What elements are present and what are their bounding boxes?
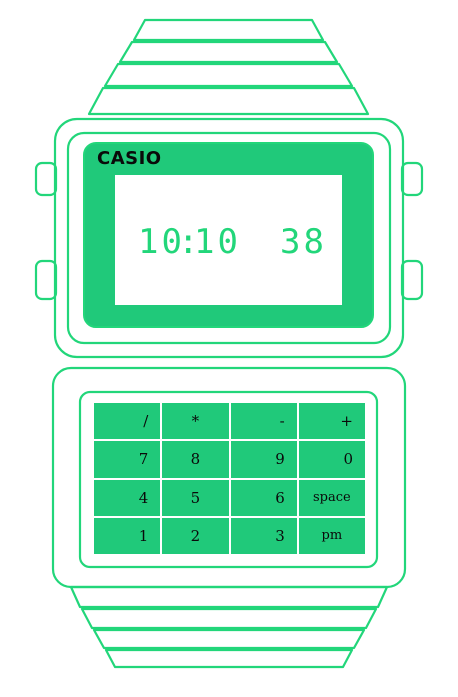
minutes-digits: 10 [194, 222, 241, 262]
time-separator: : [178, 222, 199, 262]
strap-bottom-segment [92, 628, 366, 650]
key-0[interactable]: 0 [298, 441, 365, 478]
strap-top-segment [87, 86, 370, 116]
side-button-right-bottom [400, 259, 424, 301]
strap-bottom-segment [69, 585, 389, 609]
side-button-left-top [34, 161, 58, 197]
key-7[interactable]: 7 [94, 441, 161, 478]
key-8[interactable]: 8 [162, 441, 229, 478]
key-6[interactable]: 6 [230, 479, 297, 516]
key-divide[interactable]: / [94, 403, 161, 440]
key-3[interactable]: 3 [230, 517, 297, 554]
calculator-keypad: / * - + 7 8 9 0 4 5 6 space 1 2 3 pm [94, 403, 365, 554]
watch-outline [34, 18, 424, 669]
key-2[interactable]: 2 [162, 517, 229, 554]
key-5[interactable]: 5 [162, 479, 229, 516]
strap-bottom-segment [104, 648, 354, 669]
brand-logo: CASIO [97, 148, 162, 169]
strap-top-segment [132, 18, 325, 42]
key-pm[interactable]: pm [298, 517, 365, 554]
side-button-right-top [400, 161, 424, 197]
strap-top-segment [103, 62, 354, 88]
strap-top-segment [118, 40, 339, 64]
side-button-left-bottom [34, 259, 58, 301]
key-plus[interactable]: + [298, 403, 365, 440]
key-1[interactable]: 1 [94, 517, 161, 554]
key-9[interactable]: 9 [230, 441, 297, 478]
watch-illustration: CASIO 10 : 10 38 / * - + 7 8 9 0 4 5 6 s… [0, 0, 458, 697]
key-4[interactable]: 4 [94, 479, 161, 516]
seconds-digits: 38 [280, 222, 327, 262]
key-space[interactable]: space [298, 479, 365, 516]
key-multiply[interactable]: * [162, 403, 229, 440]
strap-bottom-segment [80, 607, 378, 630]
key-minus[interactable]: - [230, 403, 297, 440]
